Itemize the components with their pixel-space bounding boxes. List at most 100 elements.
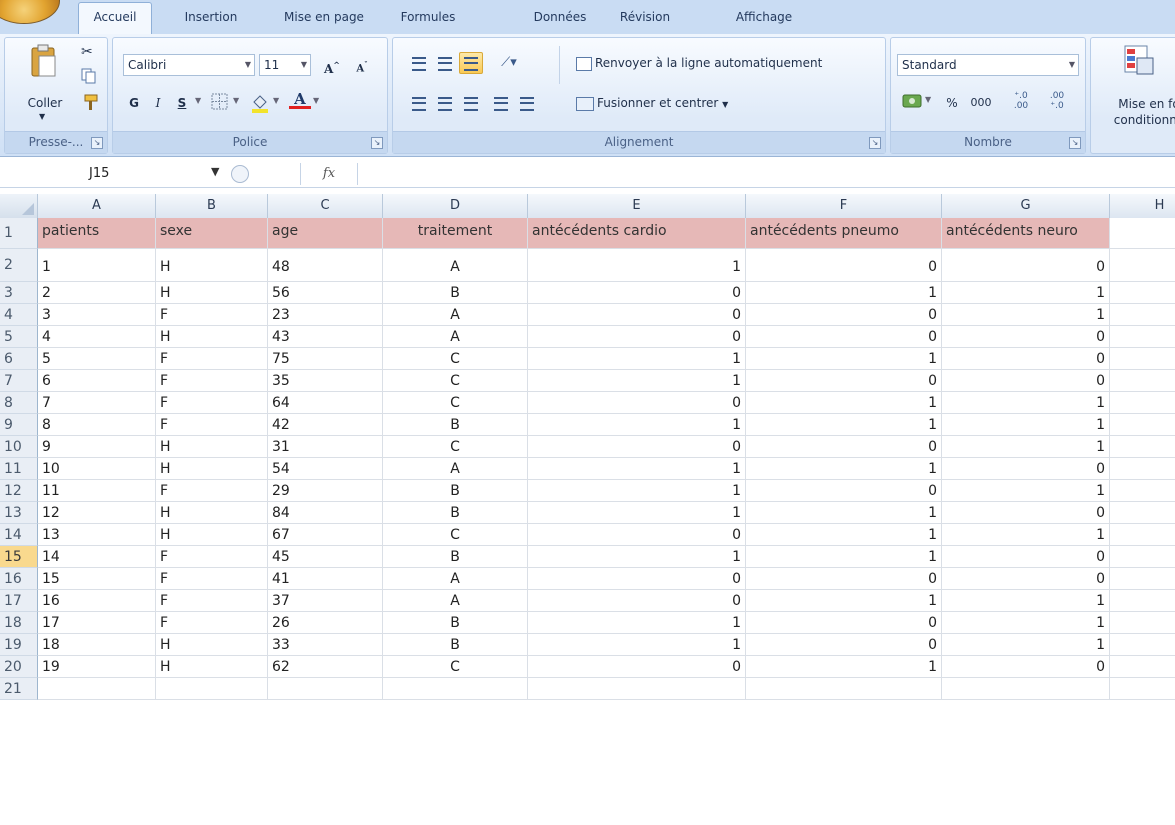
cell-h7[interactable]	[1110, 370, 1175, 392]
cell-e12[interactable]: 1	[528, 480, 746, 502]
cell-f21[interactable]	[746, 678, 942, 700]
cell-f14[interactable]: 1	[746, 524, 942, 546]
cell-e15[interactable]: 1	[528, 546, 746, 568]
cell-g15[interactable]: 0	[942, 546, 1110, 568]
font-color-dropdown-icon[interactable]: ▼	[313, 96, 319, 105]
cell-a4[interactable]: 3	[38, 304, 156, 326]
align-center-icon[interactable]	[433, 92, 457, 114]
cell-g19[interactable]: 1	[942, 634, 1110, 656]
cell-g2[interactable]: 0	[942, 249, 1110, 282]
cell-f4[interactable]: 0	[746, 304, 942, 326]
cell-c6[interactable]: 75	[268, 348, 383, 370]
name-box[interactable]: J15	[0, 163, 200, 185]
cell-c5[interactable]: 43	[268, 326, 383, 348]
tab-accueil[interactable]: Accueil	[78, 2, 152, 35]
cell-c3[interactable]: 56	[268, 282, 383, 304]
row-header[interactable]: 4	[0, 304, 38, 326]
orientation-icon[interactable]: ⟋▾	[489, 52, 529, 74]
cell-f11[interactable]: 1	[746, 458, 942, 480]
borders-icon[interactable]	[211, 93, 229, 111]
cell-a12[interactable]: 11	[38, 480, 156, 502]
cell-f12[interactable]: 0	[746, 480, 942, 502]
cell-e21[interactable]	[528, 678, 746, 700]
cell-d14[interactable]: C	[383, 524, 528, 546]
cell-c2[interactable]: 48	[268, 249, 383, 282]
cell-h20[interactable]	[1110, 656, 1175, 678]
cell-e5[interactable]: 0	[528, 326, 746, 348]
cell-f16[interactable]: 0	[746, 568, 942, 590]
cell-a13[interactable]: 12	[38, 502, 156, 524]
cell-b4[interactable]: F	[156, 304, 268, 326]
font-color-icon[interactable]: A	[289, 90, 311, 114]
number-format-dropdown[interactable]: Standard ▼	[897, 54, 1079, 76]
cell-c7[interactable]: 35	[268, 370, 383, 392]
cell-c12[interactable]: 29	[268, 480, 383, 502]
paste-icon[interactable]	[29, 44, 59, 82]
cell-g3[interactable]: 1	[942, 282, 1110, 304]
cell-f20[interactable]: 1	[746, 656, 942, 678]
row-header[interactable]: 10	[0, 436, 38, 458]
cell-b21[interactable]	[156, 678, 268, 700]
cell-h16[interactable]	[1110, 568, 1175, 590]
cell-c11[interactable]: 54	[268, 458, 383, 480]
tab-formules[interactable]: Formules	[390, 6, 466, 33]
tab-affichage[interactable]: Affichage	[725, 6, 803, 33]
cell-g13[interactable]: 0	[942, 502, 1110, 524]
cell-a21[interactable]	[38, 678, 156, 700]
cell-f1[interactable]: antécédents pneumo	[746, 218, 942, 249]
cell-c15[interactable]: 45	[268, 546, 383, 568]
tab-revision[interactable]: Révision	[610, 6, 680, 33]
shrink-font-icon[interactable]: Aˇ	[349, 54, 375, 76]
cell-g9[interactable]: 1	[942, 414, 1110, 436]
cell-h3[interactable]	[1110, 282, 1175, 304]
cell-b2[interactable]: H	[156, 249, 268, 282]
cell-f8[interactable]: 1	[746, 392, 942, 414]
column-header-h[interactable]: H	[1110, 194, 1175, 218]
cell-b8[interactable]: F	[156, 392, 268, 414]
cell-h15[interactable]	[1110, 546, 1175, 568]
cell-h6[interactable]	[1110, 348, 1175, 370]
formula-cancel-icon[interactable]	[231, 165, 249, 183]
cell-d1[interactable]: traitement	[383, 218, 528, 249]
cell-c13[interactable]: 84	[268, 502, 383, 524]
cell-a8[interactable]: 7	[38, 392, 156, 414]
cell-b20[interactable]: H	[156, 656, 268, 678]
font-size-dropdown[interactable]: 11 ▼	[259, 54, 311, 76]
cell-e17[interactable]: 0	[528, 590, 746, 612]
tab-insertion[interactable]: Insertion	[170, 6, 252, 33]
cell-e3[interactable]: 0	[528, 282, 746, 304]
cell-g4[interactable]: 1	[942, 304, 1110, 326]
align-left-icon[interactable]	[407, 92, 431, 114]
cell-h9[interactable]	[1110, 414, 1175, 436]
row-header[interactable]: 6	[0, 348, 38, 370]
cell-c1[interactable]: age	[268, 218, 383, 249]
cell-d4[interactable]: A	[383, 304, 528, 326]
cell-g7[interactable]: 0	[942, 370, 1110, 392]
row-header[interactable]: 1	[0, 218, 38, 249]
cell-b15[interactable]: F	[156, 546, 268, 568]
cell-d17[interactable]: A	[383, 590, 528, 612]
percent-button[interactable]: %	[941, 92, 963, 114]
cell-g12[interactable]: 1	[942, 480, 1110, 502]
cell-d5[interactable]: A	[383, 326, 528, 348]
cell-a11[interactable]: 10	[38, 458, 156, 480]
cell-f13[interactable]: 1	[746, 502, 942, 524]
formula-input[interactable]	[360, 163, 1170, 185]
cell-a7[interactable]: 6	[38, 370, 156, 392]
cell-h17[interactable]	[1110, 590, 1175, 612]
cell-d6[interactable]: C	[383, 348, 528, 370]
cell-h4[interactable]	[1110, 304, 1175, 326]
column-header-g[interactable]: G	[942, 194, 1110, 218]
row-header[interactable]: 16	[0, 568, 38, 590]
cell-f5[interactable]: 0	[746, 326, 942, 348]
cell-e6[interactable]: 1	[528, 348, 746, 370]
row-header[interactable]: 20	[0, 656, 38, 678]
row-header[interactable]: 11	[0, 458, 38, 480]
cell-d8[interactable]: C	[383, 392, 528, 414]
cell-h10[interactable]	[1110, 436, 1175, 458]
format-painter-icon[interactable]	[81, 93, 99, 111]
cell-f15[interactable]: 1	[746, 546, 942, 568]
cell-a3[interactable]: 2	[38, 282, 156, 304]
merge-center-button[interactable]: Fusionner et centrer ▼	[575, 92, 765, 114]
row-header[interactable]: 2	[0, 249, 38, 282]
